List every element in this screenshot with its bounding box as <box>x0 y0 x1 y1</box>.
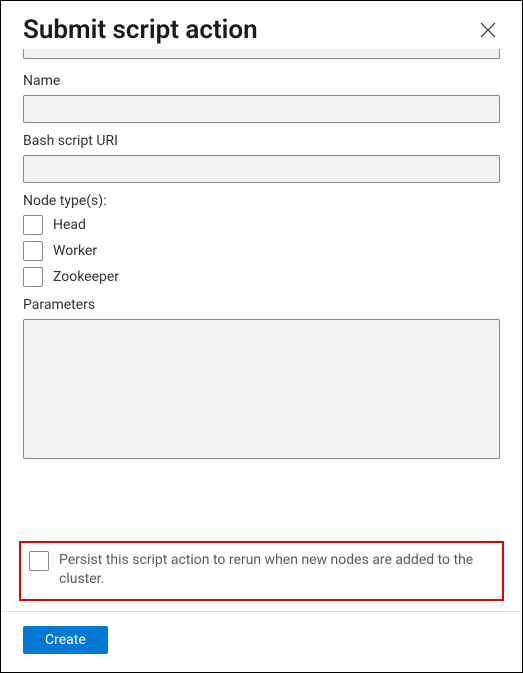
persist-row: Persist this script action to rerun when… <box>29 551 496 589</box>
form-scroll-area[interactable]: Name Bash script URI Node type(s): Head … <box>1 49 522 533</box>
submit-script-action-panel: Submit script action Name Bash script UR… <box>0 0 523 673</box>
node-type-worker-checkbox[interactable] <box>23 241 43 261</box>
node-type-zookeeper-checkbox[interactable] <box>23 267 43 287</box>
panel-header: Submit script action <box>1 1 522 49</box>
name-label: Name <box>23 73 500 89</box>
node-type-zookeeper-row: Zookeeper <box>23 267 500 287</box>
node-type-worker-row: Worker <box>23 241 500 261</box>
node-type-head-label: Head <box>53 217 86 233</box>
create-button[interactable]: Create <box>23 626 108 654</box>
node-type-head-checkbox[interactable] <box>23 215 43 235</box>
name-input[interactable] <box>23 95 500 123</box>
script-uri-input[interactable] <box>23 155 500 183</box>
persist-checkbox[interactable] <box>29 551 49 571</box>
panel-footer: Create <box>1 611 522 672</box>
close-button[interactable] <box>476 18 500 42</box>
script-uri-label: Bash script URI <box>23 133 500 149</box>
parameters-label: Parameters <box>23 297 500 313</box>
persist-highlight-section: Persist this script action to rerun when… <box>19 541 504 601</box>
persist-label: Persist this script action to rerun when… <box>59 551 496 589</box>
node-type-head-row: Head <box>23 215 500 235</box>
partial-field-above <box>23 49 500 59</box>
node-type-zookeeper-label: Zookeeper <box>53 269 119 285</box>
panel-title: Submit script action <box>23 15 258 45</box>
node-type-worker-label: Worker <box>53 243 97 259</box>
node-types-label: Node type(s): <box>23 193 500 209</box>
parameters-input[interactable] <box>23 319 500 459</box>
close-icon <box>480 26 496 41</box>
